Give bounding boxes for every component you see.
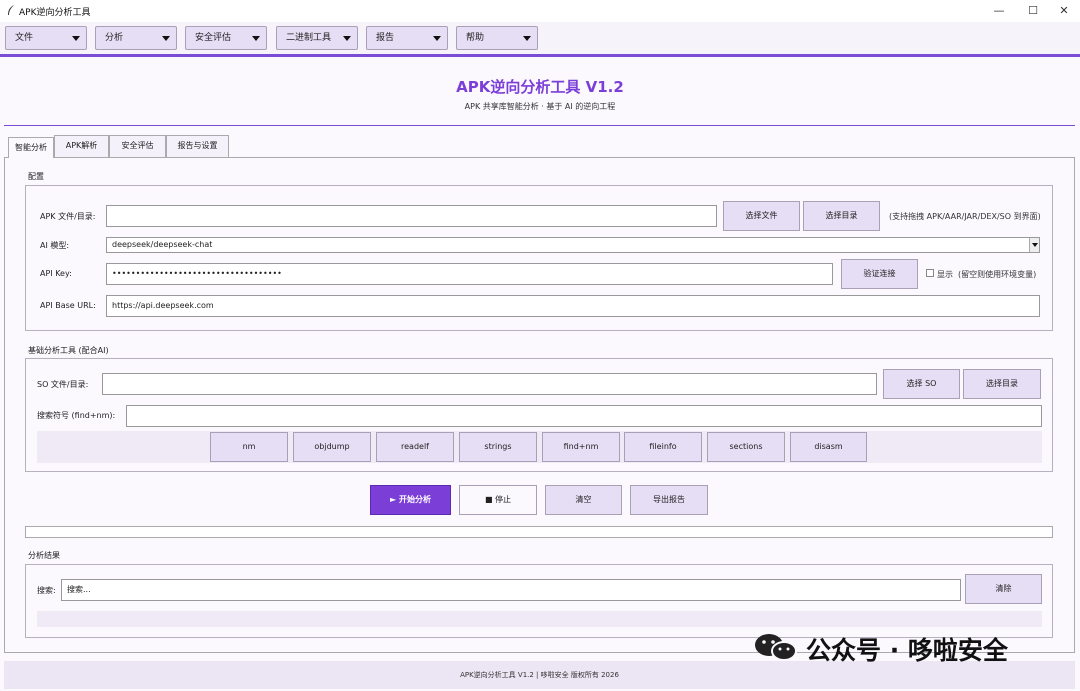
ai-model-value: deepseek/deepseek-chat — [112, 240, 213, 249]
menu-file[interactable]: 文件 — [5, 26, 87, 50]
api-base-url-input[interactable]: https://api.deepseek.com — [106, 295, 1040, 317]
menu-label: 二进制工具 — [286, 33, 332, 43]
menu-security[interactable]: 安全评估 — [185, 26, 267, 50]
dropdown-arrow-icon[interactable] — [1029, 238, 1039, 252]
tab-report-settings[interactable]: 报告与设置 — [166, 135, 229, 157]
menu-help[interactable]: 帮助 — [456, 26, 538, 50]
caret-down-icon — [162, 36, 170, 41]
menu-label: 报告 — [376, 33, 395, 43]
minimize-button[interactable]: — — [982, 2, 1016, 20]
select-file-button[interactable]: 选择文件 — [723, 201, 800, 231]
verify-connection-button[interactable]: 验证连接 — [841, 259, 918, 289]
menu-label: 文件 — [15, 33, 34, 43]
tool-fileinfo-button[interactable]: fileinfo — [624, 432, 702, 462]
menu-analysis[interactable]: 分析 — [95, 26, 177, 50]
api-key-label: API Key: — [40, 269, 72, 278]
window-title: APK逆向分析工具 — [19, 8, 91, 18]
results-search-label: 搜索: — [37, 586, 56, 595]
drag-drop-hint: (支持拖拽 APK/AAR/JAR/DEX/SO 到界面) — [889, 212, 1041, 221]
window-title-bar — [0, 0, 1080, 22]
export-report-button[interactable]: 导出报告 — [630, 485, 708, 515]
menu-label: 帮助 — [466, 33, 485, 43]
results-search-input[interactable]: 搜索... — [61, 579, 961, 601]
caret-down-icon — [252, 36, 260, 41]
symbol-search-label: 搜索符号 (find+nm): — [37, 411, 116, 420]
maximize-button[interactable]: ☐ — [1016, 2, 1050, 20]
env-var-hint: (留空则使用环境变量) — [958, 270, 1037, 279]
config-group-label: 配置 — [28, 172, 44, 181]
api-key-input[interactable]: •••••••••••••••••••••••••••••••••••• — [106, 263, 833, 285]
tab-smart-analysis[interactable]: 智能分析 — [8, 137, 54, 158]
tab-apk-parse[interactable]: APK解析 — [54, 135, 109, 157]
tool-find-nm-button[interactable]: find+nm — [542, 432, 620, 462]
tool-objdump-button[interactable]: objdump — [293, 432, 371, 462]
feather-icon — [8, 5, 14, 15]
tool-button-strip — [37, 431, 1042, 463]
caret-down-icon — [72, 36, 80, 41]
menu-label: 分析 — [105, 33, 124, 43]
show-key-label: 显示 — [937, 270, 953, 279]
api-base-url-label: API Base URL: — [40, 301, 96, 310]
apk-path-input[interactable] — [106, 205, 717, 227]
close-button[interactable]: ✕ — [1047, 2, 1080, 20]
menu-report[interactable]: 报告 — [366, 26, 448, 50]
symbol-search-input[interactable] — [126, 405, 1042, 427]
select-so-dir-button[interactable]: 选择目录 — [963, 369, 1041, 399]
watermark-text: 公众号 · 哆啦安全 — [806, 636, 1008, 665]
caret-down-icon — [343, 36, 351, 41]
stop-button[interactable]: ■ 停止 — [459, 485, 537, 515]
app-title: APK逆向分析工具 V1.2 — [456, 78, 624, 96]
select-so-button[interactable]: 选择 SO — [883, 369, 960, 399]
tool-sections-button[interactable]: sections — [707, 432, 785, 462]
caret-down-icon — [523, 36, 531, 41]
so-path-label: SO 文件/目录: — [37, 380, 89, 389]
tool-strings-button[interactable]: strings — [459, 432, 537, 462]
start-analysis-button[interactable]: ► 开始分析 — [370, 485, 451, 515]
tools-group-label: 基础分析工具 (配合AI) — [28, 346, 109, 355]
accent-divider — [0, 54, 1080, 57]
tab-security[interactable]: 安全评估 — [109, 135, 166, 157]
tool-nm-button[interactable]: nm — [210, 432, 288, 462]
select-dir-button[interactable]: 选择目录 — [803, 201, 880, 231]
so-path-input[interactable] — [102, 373, 877, 395]
ai-model-select[interactable]: deepseek/deepseek-chat — [106, 237, 1040, 253]
header-divider — [4, 125, 1075, 126]
apk-path-label: APK 文件/目录: — [40, 212, 96, 221]
menu-label: 安全评估 — [195, 33, 232, 43]
clear-button[interactable]: 清空 — [545, 485, 622, 515]
progress-bar — [25, 526, 1053, 538]
wechat-icon — [755, 634, 797, 661]
results-clear-button[interactable]: 清除 — [965, 574, 1042, 604]
show-key-checkbox[interactable] — [926, 269, 934, 277]
results-area[interactable] — [37, 611, 1042, 627]
tool-disasm-button[interactable]: disasm — [790, 432, 867, 462]
app-subtitle: APK 共享库智能分析 · 基于 AI 的逆向工程 — [464, 102, 616, 111]
ai-model-label: AI 模型: — [40, 241, 70, 250]
menu-binary-tools[interactable]: 二进制工具 — [276, 26, 358, 50]
caret-down-icon — [433, 36, 441, 41]
results-group-label: 分析结果 — [28, 551, 60, 560]
tool-readelf-button[interactable]: readelf — [376, 432, 454, 462]
